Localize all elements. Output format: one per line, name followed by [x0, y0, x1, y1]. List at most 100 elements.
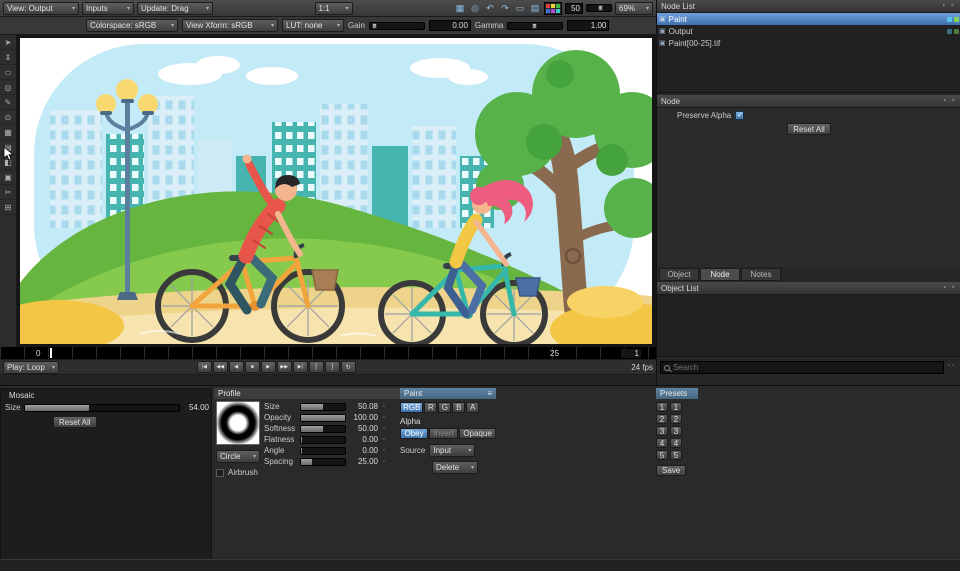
view-output-dropdown[interactable]: View: Output ▾	[3, 1, 79, 15]
param-slider[interactable]	[300, 413, 346, 422]
tab-node[interactable]: Node	[700, 268, 740, 281]
param-value[interactable]: 50.00	[348, 424, 378, 433]
brush-size-slider[interactable]	[586, 4, 612, 12]
stop-button[interactable]: ■	[244, 361, 260, 373]
preserve-alpha-checkbox[interactable]: ✓	[735, 111, 745, 120]
preset-slot-button[interactable]: 2	[670, 414, 682, 424]
link-icon[interactable]: ▫	[380, 404, 388, 410]
channel-b-button[interactable]: B	[452, 402, 466, 413]
node-row-paint[interactable]: ▣ Paint	[657, 13, 960, 25]
goto-start-button[interactable]: |◀	[196, 361, 212, 373]
alpha-obey-button[interactable]: Obey	[400, 428, 429, 439]
goto-end-button[interactable]: ▶|	[292, 361, 308, 373]
slider-handle[interactable]	[532, 22, 538, 29]
grid-icon[interactable]: ▦	[454, 3, 466, 14]
param-value[interactable]: 50.08	[348, 402, 378, 411]
link-icon[interactable]: ▫	[380, 448, 388, 454]
zoom-tool-button[interactable]: ◎	[0, 80, 16, 95]
playhead[interactable]	[50, 348, 52, 358]
update-dropdown[interactable]: Update: Drag ▾	[137, 1, 213, 15]
preset-slot-button[interactable]: 5	[656, 450, 668, 460]
param-value[interactable]: 0.00	[348, 446, 378, 455]
search-options-icons[interactable]: ▫▫	[948, 363, 956, 369]
delete-dropdown[interactable]: Delete ▾	[432, 461, 478, 474]
pin-icon[interactable]: ▪	[944, 98, 948, 104]
param-slider[interactable]	[300, 435, 346, 444]
range-out-button[interactable]: ]	[324, 361, 340, 373]
gamma-slider[interactable]	[507, 21, 564, 30]
channel-r-button[interactable]: R	[424, 402, 438, 413]
node-indicators[interactable]	[947, 28, 959, 34]
pin-icon[interactable]: ▪	[943, 3, 947, 9]
airbrush-checkbox[interactable]	[216, 468, 224, 477]
channel-rgb-button[interactable]: RGB	[400, 402, 424, 413]
node-row-output[interactable]: ▣ Output	[657, 25, 960, 37]
close-icon[interactable]: ×	[950, 3, 956, 9]
rewind-button[interactable]: ◀◀	[212, 361, 228, 373]
redo-icon[interactable]: ↷	[499, 3, 511, 14]
slider-handle[interactable]	[371, 22, 377, 29]
clone-tool-button[interactable]: ⊙	[0, 110, 16, 125]
gain-slider[interactable]	[368, 21, 425, 30]
play-button[interactable]: ▶	[260, 361, 276, 373]
alpha-invert-button[interactable]: Invert	[429, 428, 459, 439]
search-box[interactable]	[660, 361, 944, 374]
param-slider[interactable]	[300, 424, 346, 433]
source-dropdown[interactable]: Input ▾	[429, 444, 476, 457]
param-slider[interactable]	[300, 402, 346, 411]
gamma-value[interactable]: 1.00	[567, 20, 610, 31]
reset-all-button[interactable]: Reset All	[787, 123, 831, 135]
preset-slot-button[interactable]: 4	[670, 438, 682, 448]
channels-icon[interactable]: ▤	[529, 3, 541, 14]
gain-value[interactable]: 0.00	[428, 20, 471, 31]
step-back-button[interactable]: ◀	[228, 361, 244, 373]
select-tool-button[interactable]: ➤	[0, 35, 16, 50]
frame-ruler[interactable]: 0 25 1	[0, 347, 656, 359]
view-xform-dropdown[interactable]: View Xform: sRGB ▾	[182, 19, 278, 32]
pan-tool-button[interactable]: ⇕	[0, 50, 16, 65]
brush-shape-dropdown[interactable]: Circle ▾	[216, 450, 260, 463]
preset-slot-button[interactable]: 3	[656, 426, 668, 436]
preset-slot-button[interactable]: 2	[656, 414, 668, 424]
range-in-button[interactable]: [	[308, 361, 324, 373]
close-icon[interactable]: ×	[951, 98, 957, 104]
monitor-icon[interactable]: ▭	[514, 3, 526, 14]
search-input[interactable]	[673, 363, 940, 372]
link-icon[interactable]: ▫	[380, 437, 388, 443]
loop-button[interactable]: ↻	[340, 361, 356, 373]
pin-icon[interactable]: ▪	[944, 285, 948, 291]
shape-tool-button[interactable]: ▭	[0, 65, 16, 80]
magnifier-icon[interactable]: ◎	[469, 3, 481, 14]
link-icon[interactable]: ▫	[380, 459, 388, 465]
preset-slot-button[interactable]: 3	[670, 426, 682, 436]
tab-object[interactable]: Object	[659, 268, 699, 281]
grid-tool-button[interactable]: ▦	[0, 125, 16, 140]
fast-forward-button[interactable]: ▶▶	[276, 361, 292, 373]
preset-save-button[interactable]: Save	[656, 465, 687, 476]
link-icon[interactable]: ▫	[380, 415, 388, 421]
ratio-dropdown[interactable]: 1:1 ▾	[314, 1, 353, 15]
preset-slot-button[interactable]: 1	[670, 402, 682, 412]
preset-slot-button[interactable]: 4	[656, 438, 668, 448]
param-slider[interactable]	[300, 446, 346, 455]
pen-tool-button[interactable]: ✎	[0, 95, 16, 110]
colorspace-dropdown[interactable]: Colorspace: sRGB ▾	[86, 19, 178, 32]
color-palette-icon[interactable]	[544, 1, 562, 15]
param-value[interactable]: 100.00	[348, 413, 378, 422]
param-slider[interactable]	[300, 457, 346, 466]
close-icon[interactable]: ×	[951, 285, 957, 291]
link-icon[interactable]: ▫	[380, 426, 388, 432]
channel-g-button[interactable]: G	[438, 402, 452, 413]
current-frame-field[interactable]: 1	[620, 348, 642, 359]
channel-a-button[interactable]: A	[466, 402, 480, 413]
mosaic-reset-all-button[interactable]: Reset All	[53, 416, 97, 428]
node-row-source[interactable]: ▣ Paint[00-25].tif	[657, 37, 960, 49]
mosaic-size-slider[interactable]	[23, 403, 180, 412]
zoom-dropdown[interactable]: 69% ▾	[615, 1, 653, 15]
paint-menu-icon[interactable]: ≡	[487, 389, 492, 398]
preset-slot-button[interactable]: 5	[670, 450, 682, 460]
cut-tool-button[interactable]: ✂	[0, 185, 16, 200]
brush-size-value[interactable]: 50	[565, 2, 583, 14]
tab-notes[interactable]: Notes	[741, 268, 781, 281]
play-mode-dropdown[interactable]: Play: Loop ▾	[3, 360, 59, 374]
